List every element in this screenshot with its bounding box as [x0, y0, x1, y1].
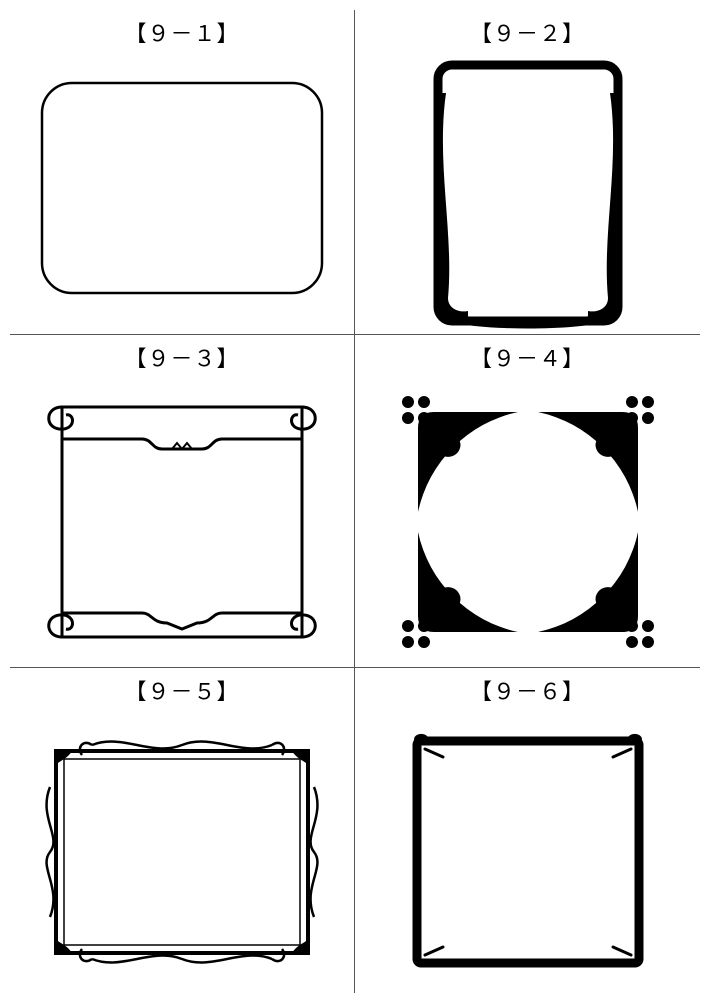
cell-9-2: 【９－２】: [355, 10, 700, 335]
frame-art-9-3: [10, 377, 354, 667]
scroll-corner-frame-icon: [32, 377, 332, 667]
cell-9-5: 【９－５】: [10, 668, 355, 993]
cell-9-3: 【９－３】: [10, 335, 355, 668]
frame-grid: 【９－１】 【９－２】 【９－３】: [10, 10, 700, 993]
cell-9-1: 【９－１】: [10, 10, 355, 335]
rounded-rectangle-frame-icon: [32, 73, 332, 313]
cell-label: 【９－６】: [470, 674, 585, 706]
ornate-double-rule-frame-icon: [32, 727, 332, 977]
frame-art-9-2: [355, 52, 700, 334]
cell-9-6: 【９－６】: [355, 668, 700, 993]
cell-label: 【９－５】: [124, 674, 239, 706]
frame-art-9-6: [355, 710, 700, 993]
cell-label: 【９－２】: [470, 16, 585, 48]
heavy-square-frame-icon: [403, 727, 653, 977]
cell-label: 【９－４】: [470, 341, 585, 373]
cell-label: 【９－３】: [124, 341, 239, 373]
spiral-dot-corner-frame-icon: [388, 382, 668, 662]
frame-art-9-5: [10, 710, 354, 993]
frame-art-9-1: [10, 52, 354, 334]
cell-9-4: 【９－４】: [355, 335, 700, 668]
cell-label: 【９－１】: [124, 16, 239, 48]
frame-art-9-4: [355, 377, 700, 667]
art-nouveau-tall-frame-icon: [418, 53, 638, 333]
frame-catalog-page: 【９－１】 【９－２】 【９－３】: [0, 0, 710, 1003]
